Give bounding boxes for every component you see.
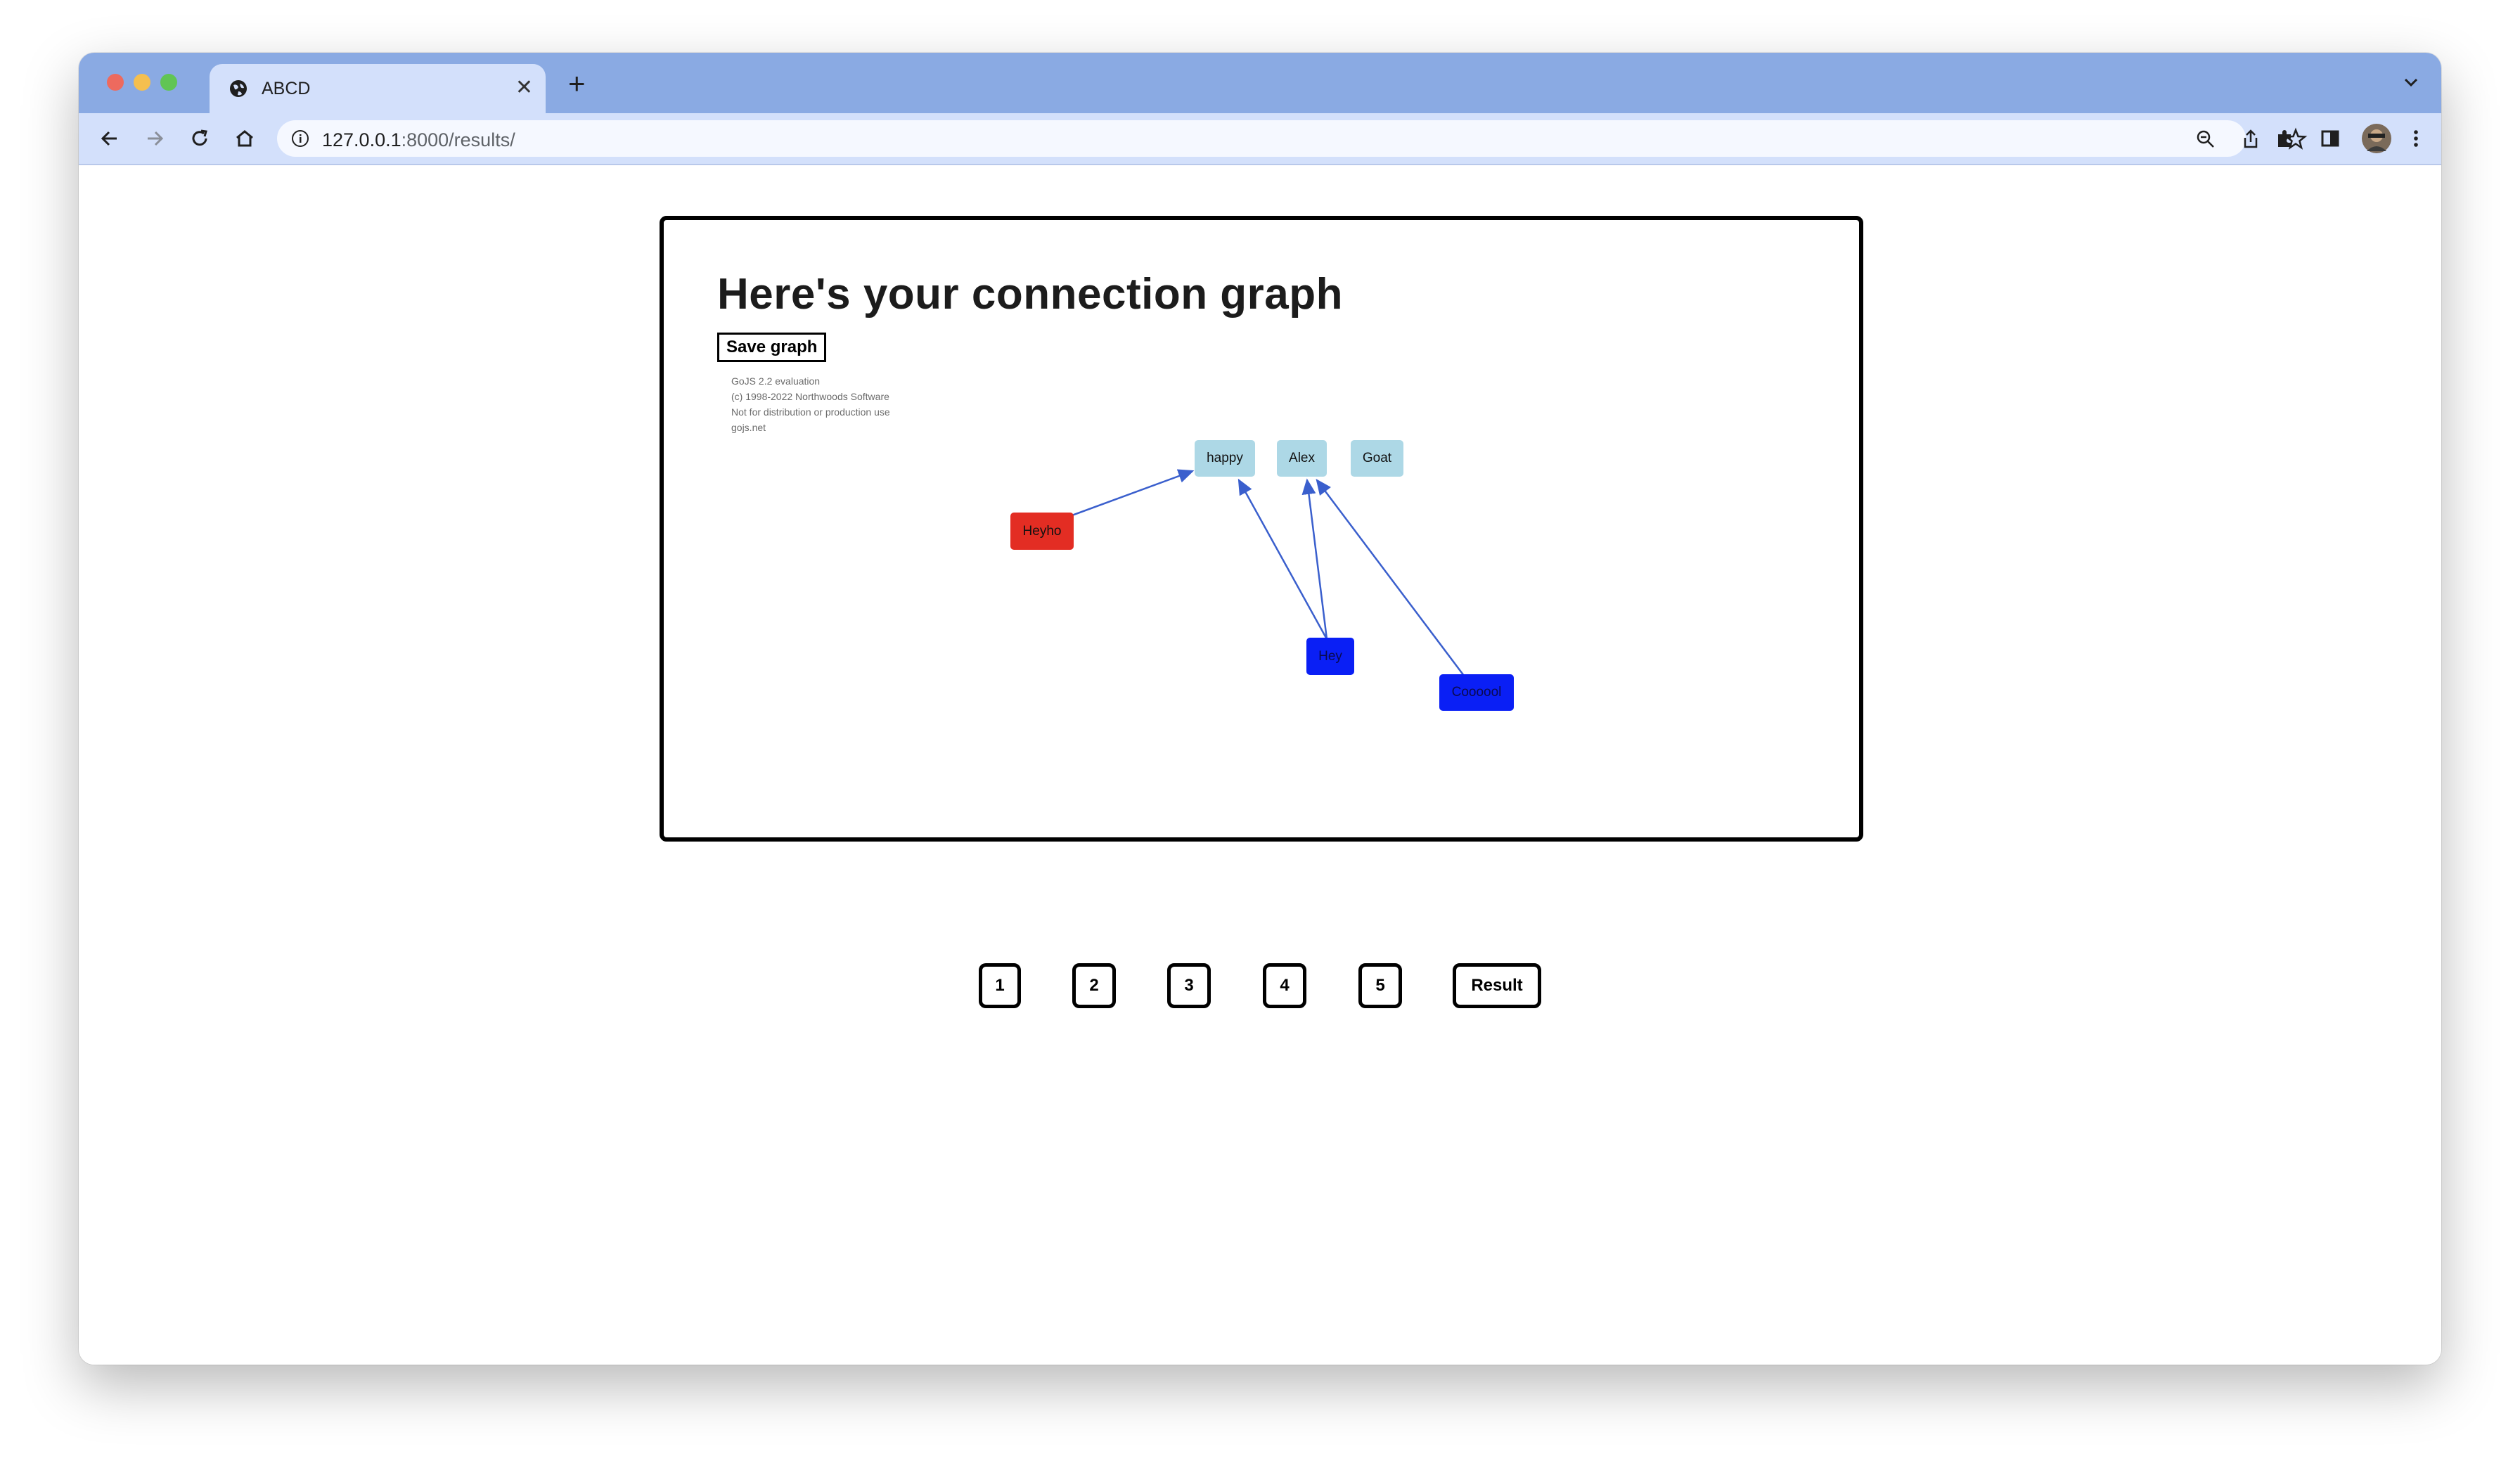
url-path: :8000/results/ (401, 129, 515, 150)
page-button-1[interactable]: 1 (979, 963, 1021, 1008)
result-button[interactable]: Result (1453, 963, 1541, 1008)
home-icon[interactable] (232, 126, 257, 151)
extensions-puzzle-icon[interactable] (2272, 126, 2298, 151)
site-info-icon[interactable] (291, 129, 309, 148)
back-arrow-icon[interactable] (97, 126, 122, 151)
graph-node-coooool[interactable]: Coooool (1439, 674, 1514, 711)
tab-abcd[interactable]: ABCD ✕ (210, 64, 546, 113)
graph-panel: Here's your connection graph Save graph … (660, 216, 1863, 842)
close-tab-icon[interactable]: ✕ (515, 75, 533, 101)
url-host: 127.0.0.1 (322, 129, 401, 150)
reload-icon[interactable] (187, 126, 212, 151)
graph-node-alex[interactable]: Alex (1277, 440, 1327, 477)
side-panel-icon[interactable] (2318, 126, 2343, 151)
page-button-4[interactable]: 4 (1263, 963, 1306, 1008)
new-tab-button[interactable]: + (568, 69, 586, 98)
graph-links (1069, 469, 1465, 676)
page-button-2[interactable]: 2 (1072, 963, 1116, 1008)
browser-window: ABCD ✕ + 127.0.0.1:8000/results/ Here's … (79, 53, 2441, 1365)
forward-arrow-icon[interactable] (142, 126, 167, 151)
page-button-5[interactable]: 5 (1358, 963, 1402, 1008)
question-pager: 1 2 3 4 5 Result (79, 963, 2441, 1012)
minimize-window-button[interactable] (134, 74, 150, 91)
graph-node-hey[interactable]: Hey (1306, 638, 1354, 675)
maximize-window-button[interactable] (160, 74, 177, 91)
graph-node-heyho[interactable]: Heyho (1010, 513, 1074, 550)
page-content: Here's your connection graph Save graph … (79, 165, 2441, 1365)
page-button-3[interactable]: 3 (1167, 963, 1211, 1008)
connection-graph-canvas[interactable]: happy Alex Goat Heyho Hey Coooool (664, 220, 1859, 837)
graph-link (1301, 478, 1328, 640)
browser-toolbar: 127.0.0.1:8000/results/ (79, 113, 2441, 165)
url-text: 127.0.0.1:8000/results/ (322, 129, 515, 151)
globe-icon (230, 80, 247, 97)
graph-link (1069, 469, 1195, 517)
zoom-icon[interactable] (2194, 127, 2218, 151)
close-window-button[interactable] (107, 74, 124, 91)
profile-avatar-icon[interactable] (2361, 123, 2392, 154)
graph-node-goat[interactable]: Goat (1351, 440, 1403, 477)
tab-title: ABCD (262, 79, 311, 98)
share-icon[interactable] (2239, 127, 2263, 151)
tab-bar: ABCD ✕ + (79, 53, 2441, 113)
more-menu-icon[interactable] (2403, 126, 2429, 151)
address-bar[interactable]: 127.0.0.1:8000/results/ (277, 120, 2308, 157)
graph-link (1238, 478, 1328, 640)
graph-node-happy[interactable]: happy (1195, 440, 1255, 477)
chevron-down-icon[interactable] (2402, 75, 2420, 89)
